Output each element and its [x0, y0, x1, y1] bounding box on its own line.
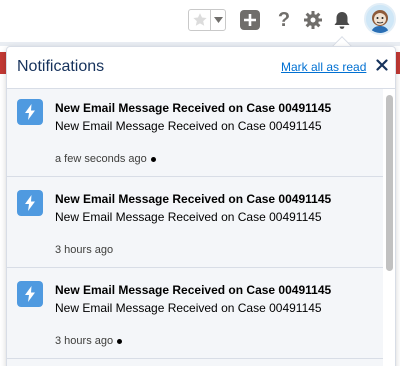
notification-item[interactable]: New Email Message Received on Case 00491…: [7, 180, 383, 268]
global-header: ?: [0, 0, 400, 42]
unread-dot: [117, 338, 123, 344]
bell-icon[interactable]: [331, 9, 353, 31]
notification-time: 3 hours ago: [55, 244, 114, 256]
notification-time-row: a few seconds ago: [55, 153, 156, 165]
help-label: ?: [277, 8, 291, 31]
lightning-icon: [17, 281, 43, 307]
mark-all-read-link[interactable]: Mark all as read: [281, 60, 366, 74]
notification-item[interactable]: New Email Message Received on Case 00491…: [7, 271, 383, 359]
notification-body: New Email Message Received on Case 00491…: [55, 210, 322, 224]
notification-time: a few seconds ago: [55, 153, 147, 165]
notification-item[interactable]: New Email Message Received on Case 00491…: [7, 89, 383, 177]
notification-time: 3 hours ago: [55, 335, 114, 347]
gear-icon[interactable]: [302, 9, 324, 31]
notification-title: New Email Message Received on Case 00491…: [55, 101, 332, 115]
panel-title: Notifications: [17, 58, 105, 75]
notification-time-row: 3 hours ago: [55, 244, 113, 256]
scrollbar[interactable]: [383, 89, 395, 366]
help-icon[interactable]: ?: [273, 9, 295, 31]
notification-time-row: 3 hours ago: [55, 335, 123, 347]
chevron-down-icon[interactable]: [210, 10, 225, 30]
notification-body: New Email Message Received on Case 00491…: [55, 301, 322, 315]
notification-list: New Email Message Received on Case 00491…: [7, 89, 383, 366]
lightning-icon: [17, 190, 43, 216]
lightning-icon: [17, 99, 43, 125]
favorites-group: [188, 9, 226, 31]
unread-dot: [150, 156, 156, 162]
notification-title: New Email Message Received on Case 00491…: [55, 192, 332, 206]
star-icon[interactable]: [189, 10, 210, 30]
scrollbar-thumb[interactable]: [386, 95, 393, 271]
notifications-panel: Notifications Mark all as read New Email…: [6, 46, 396, 366]
notification-title: New Email Message Received on Case 00491…: [55, 283, 332, 297]
notifications-header: Notifications Mark all as read: [7, 47, 395, 89]
close-icon[interactable]: [375, 58, 389, 72]
plus-icon[interactable]: [239, 9, 261, 31]
avatar-icon[interactable]: [364, 3, 396, 35]
notification-body: New Email Message Received on Case 00491…: [55, 119, 322, 133]
